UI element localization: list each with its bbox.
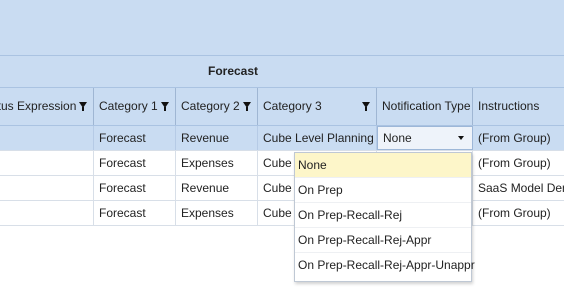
column-header-status-expression[interactable]: atus Expression bbox=[0, 88, 94, 125]
toolbar-band bbox=[0, 0, 564, 55]
column-header-label: Category 2 bbox=[181, 99, 240, 113]
column-header-label: Category 1 bbox=[99, 99, 158, 113]
category-3-cell[interactable]: Cube Level Planning bbox=[258, 126, 377, 150]
chevron-down-icon[interactable] bbox=[458, 136, 464, 140]
table-row[interactable]: Forecast Revenue Cube Level Planning Saa… bbox=[0, 176, 564, 201]
select-value: None bbox=[383, 131, 412, 145]
category-2-cell[interactable]: Revenue bbox=[176, 126, 258, 150]
dropdown-option-none[interactable]: None bbox=[295, 153, 471, 178]
dropdown-option-on-prep-recall-rej-appr-unappr[interactable]: On Prep-Recall-Rej-Appr-Unappr bbox=[295, 253, 475, 278]
instructions-cell[interactable]: (From Group) bbox=[473, 151, 564, 175]
column-header-category-1[interactable]: Category 1 bbox=[94, 88, 176, 125]
table-row[interactable]: Forecast Expenses Cube Level Planning (F… bbox=[0, 151, 564, 176]
dropdown-option-on-prep[interactable]: On Prep bbox=[295, 178, 471, 203]
dropdown-option-on-prep-recall-rej-appr[interactable]: On Prep-Recall-Rej-Appr bbox=[295, 228, 471, 253]
notification-type-select[interactable]: None bbox=[377, 126, 473, 150]
category-1-cell[interactable]: Forecast bbox=[94, 151, 176, 175]
instructions-cell[interactable]: (From Group) bbox=[473, 126, 564, 150]
column-header-label: atus Expression bbox=[0, 99, 77, 113]
column-header-row: atus Expression Category 1 Category 2 Ca… bbox=[0, 88, 564, 126]
category-1-cell[interactable]: Forecast bbox=[94, 201, 176, 225]
instructions-cell[interactable]: (From Group) bbox=[473, 201, 564, 225]
notification-type-dropdown-list: None On Prep On Prep-Recall-Rej On Prep-… bbox=[294, 152, 475, 282]
column-header-label: Category 3 bbox=[263, 99, 322, 113]
category-2-cell[interactable]: Expenses bbox=[176, 151, 258, 175]
column-header-label: Notification Type bbox=[382, 99, 471, 113]
filter-icon[interactable] bbox=[79, 102, 87, 111]
category-1-cell[interactable]: Forecast bbox=[94, 176, 176, 200]
status-expression-cell[interactable] bbox=[0, 201, 94, 225]
filter-icon[interactable] bbox=[243, 102, 251, 111]
group-title-forecast: Forecast bbox=[207, 64, 259, 78]
column-header-category-2[interactable]: Category 2 bbox=[176, 88, 258, 125]
column-header-label: Instructions bbox=[478, 99, 540, 113]
status-expression-cell[interactable] bbox=[0, 151, 94, 175]
status-expression-cell[interactable] bbox=[0, 126, 94, 150]
status-expression-cell[interactable] bbox=[0, 176, 94, 200]
column-header-category-3[interactable]: Category 3 bbox=[258, 88, 377, 125]
table-row[interactable]: Forecast Revenue Cube Level Planning (Fr… bbox=[0, 126, 564, 151]
column-group-header: Forecast bbox=[0, 55, 564, 88]
category-1-cell[interactable]: Forecast bbox=[94, 126, 176, 150]
dropdown-option-on-prep-recall-rej[interactable]: On Prep-Recall-Rej bbox=[295, 203, 471, 228]
filter-icon[interactable] bbox=[362, 102, 370, 111]
column-header-instructions[interactable]: Instructions bbox=[473, 88, 564, 125]
filter-icon[interactable] bbox=[161, 102, 169, 111]
column-header-notification-type[interactable]: Notification Type bbox=[377, 88, 473, 125]
category-2-cell[interactable]: Expenses bbox=[176, 201, 258, 225]
table-row[interactable]: Forecast Expenses Cube Level Planning (F… bbox=[0, 201, 564, 226]
category-2-cell[interactable]: Revenue bbox=[176, 176, 258, 200]
instructions-cell[interactable]: SaaS Model Dem bbox=[473, 176, 564, 200]
